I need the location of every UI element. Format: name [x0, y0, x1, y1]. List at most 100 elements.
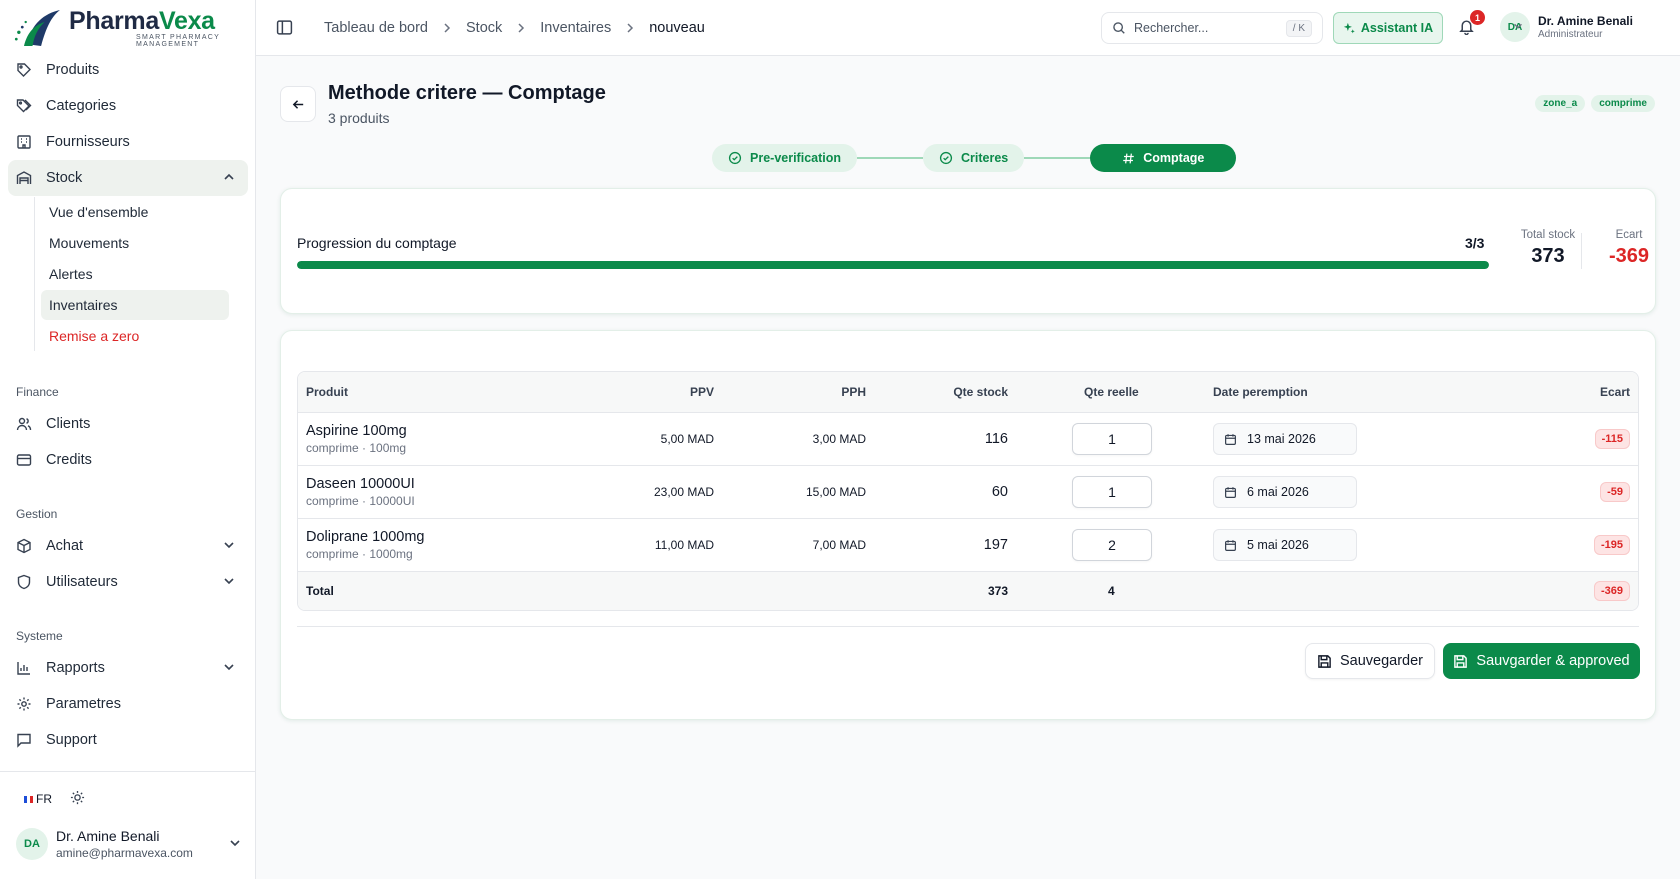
total-ecart-badge: -369 — [1593, 581, 1630, 601]
sidebar-item-label: Clients — [46, 416, 91, 432]
gear-icon — [16, 696, 32, 712]
step-label: Criteres — [961, 151, 1009, 165]
sidebar-item-fournisseurs[interactable]: Fournisseurs — [8, 124, 248, 160]
language-switch[interactable]: FR — [24, 792, 52, 806]
qte-reelle-input[interactable]: 1 — [1072, 423, 1152, 455]
qte-stock-cell: 60 — [991, 484, 1008, 500]
sidebar: PharmaVexa SMART PHARMACY MANAGEMENT Pro… — [0, 0, 256, 879]
progress-label: Progression du comptage — [297, 235, 457, 251]
ppv-cell: 11,00 MAD — [654, 538, 714, 552]
sidebar-item-parametres[interactable]: Parametres — [8, 686, 248, 722]
step-pre-verification[interactable]: Pre-verification — [712, 144, 858, 172]
brand-logo[interactable]: PharmaVexa SMART PHARMACY MANAGEMENT — [12, 2, 255, 54]
section-label-finance: Finance — [16, 385, 59, 399]
arrow-left-icon — [291, 97, 306, 112]
step-connector — [857, 157, 924, 159]
bar-chart-icon — [16, 660, 32, 676]
save-approve-button[interactable]: Sauvgarder & approved — [1443, 643, 1640, 679]
warehouse-icon — [16, 170, 32, 186]
message-square-icon — [16, 732, 32, 748]
date-value: 6 mai 2026 — [1247, 485, 1309, 499]
ecart-badge: -195 — [1593, 535, 1630, 555]
sidebar-item-label: Achat — [46, 538, 84, 554]
qte-reelle-input[interactable]: 1 — [1072, 476, 1152, 508]
user-email: amine@pharmavexa.com — [56, 846, 193, 860]
sidebar-user-menu[interactable]: DA Dr. Amine Benali amine@pharmavexa.com — [16, 828, 242, 860]
save-approve-label: Sauvgarder & approved — [1476, 653, 1630, 669]
count-table: Produit PPV PPH Qte stock Qte reelle Dat… — [297, 371, 1639, 611]
breadcrumb-item[interactable]: Tableau de bord — [324, 20, 428, 36]
search-icon — [1112, 21, 1126, 35]
back-button[interactable] — [280, 86, 316, 122]
search-input[interactable]: Rechercher... / K — [1101, 12, 1323, 44]
section-label-gestion: Gestion — [16, 507, 58, 521]
sidebar-footer: FR DA Dr. Amine Benali amine@pharmavexa.… — [0, 771, 256, 879]
section-label-systeme: Systeme — [16, 629, 63, 643]
breadcrumb-item[interactable]: Inventaires — [540, 20, 611, 36]
sidebar-item-categories[interactable]: Categories — [8, 88, 248, 124]
column-header-ppv: PPV — [689, 385, 714, 399]
save-icon — [1453, 654, 1468, 669]
language-label: FR — [36, 792, 52, 806]
save-button[interactable]: Sauvegarder — [1305, 643, 1435, 679]
sidebar-item-credits[interactable]: Credits — [8, 442, 248, 478]
date-peremption-input[interactable]: 5 mai 2026 — [1213, 529, 1357, 561]
sidebar-item-label: Rapports — [46, 660, 105, 676]
step-criteres[interactable]: Criteres — [923, 144, 1025, 172]
ai-assistant-button[interactable]: Assistant IA — [1333, 12, 1443, 44]
tag-badge: zone_a — [1535, 95, 1586, 112]
brand-name-part2: Vexa — [158, 7, 215, 35]
avatar: DA — [16, 828, 48, 860]
sidebar-subitem-remise-a-zero[interactable]: Remise a zero — [41, 321, 229, 351]
step-label: Pre-verification — [750, 151, 842, 165]
header-user-menu[interactable]: DA Dr. Amine Benali Administrateur — [1500, 12, 1633, 42]
ai-assistant-label: Assistant IA — [1360, 21, 1434, 35]
ecart-badge: -115 — [1594, 429, 1630, 449]
sidebar-item-support[interactable]: Support — [8, 722, 248, 758]
chevron-down-icon — [222, 574, 236, 592]
calendar-icon — [1224, 486, 1237, 499]
column-header-pph: PPH — [841, 385, 866, 399]
sidebar-item-clients[interactable]: Clients — [8, 406, 248, 442]
sidebar-toggle-icon[interactable] — [276, 19, 293, 39]
step-comptage[interactable]: Comptage — [1090, 144, 1237, 172]
search-placeholder: Rechercher... — [1134, 21, 1209, 35]
total-label: Total — [306, 584, 334, 598]
date-value: 13 mai 2026 — [1247, 432, 1316, 446]
sidebar-subitem-inventaires[interactable]: Inventaires — [41, 290, 229, 320]
column-header-produit: Produit — [306, 385, 348, 399]
date-peremption-input[interactable]: 6 mai 2026 — [1213, 476, 1357, 508]
notification-badge: 1 — [1470, 10, 1485, 25]
qte-reelle-input[interactable]: 2 — [1072, 529, 1152, 561]
chevron-down-icon — [222, 538, 236, 556]
sidebar-item-achat[interactable]: Achat — [8, 528, 248, 564]
qte-stock-cell: 197 — [983, 537, 1008, 553]
sidebar-subitem-vue-ensemble[interactable]: Vue d'ensemble — [41, 197, 229, 227]
hash-icon — [1122, 152, 1135, 165]
breadcrumb: Tableau de bord Stock Inventaires nouvea… — [324, 0, 705, 56]
save-icon — [1317, 654, 1332, 669]
page-subtitle: 3 produits — [328, 110, 390, 126]
sidebar-item-rapports[interactable]: Rapports — [8, 650, 248, 686]
sidebar-item-stock[interactable]: Stock — [8, 160, 248, 196]
sidebar-item-utilisateurs[interactable]: Utilisateurs — [8, 564, 248, 600]
page-title: Methode critere — Comptage — [328, 82, 606, 104]
date-peremption-input[interactable]: 13 mai 2026 — [1213, 423, 1357, 455]
sun-icon[interactable] — [70, 790, 85, 808]
sidebar-subitem-mouvements[interactable]: Mouvements — [41, 228, 229, 258]
sparkles-icon — [1343, 22, 1356, 35]
sidebar-subitem-alertes[interactable]: Alertes — [41, 259, 229, 289]
step-label: Comptage — [1143, 151, 1205, 165]
header-user-name: Dr. Amine Benali — [1538, 14, 1633, 28]
chevron-down-icon — [1512, 19, 1524, 35]
table-row: Doliprane 1000mg comprime · 1000mg 11,00… — [298, 518, 1638, 571]
stat-ecart: Ecart -369 — [1601, 229, 1657, 268]
sidebar-item-produits[interactable]: Produits — [8, 52, 248, 88]
breadcrumb-item[interactable]: Stock — [466, 20, 502, 36]
building-icon — [16, 134, 32, 150]
step-connector — [1024, 157, 1091, 159]
tag-badge: comprime — [1591, 95, 1655, 112]
users-icon — [16, 416, 32, 432]
sidebar-item-label: Utilisateurs — [46, 574, 118, 590]
table-header-row: Produit PPV PPH Qte stock Qte reelle Dat… — [298, 372, 1638, 412]
